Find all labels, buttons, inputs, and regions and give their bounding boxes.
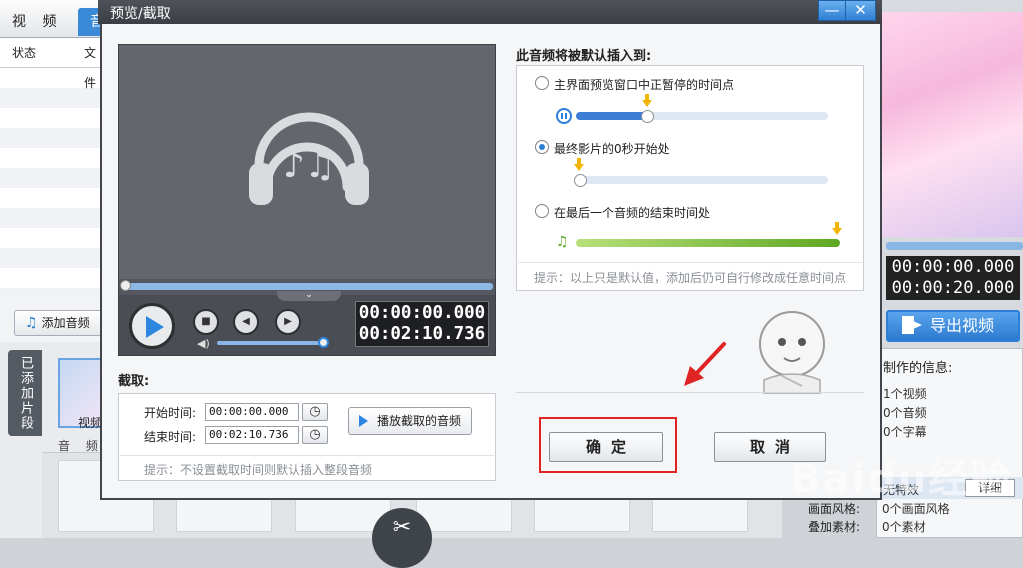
music-note-icon: ♫	[556, 234, 569, 250]
paused-point-fill	[576, 112, 647, 120]
seek-bar[interactable]	[123, 283, 493, 290]
close-button[interactable]: ✕	[846, 0, 876, 21]
marker-arrow-icon	[574, 158, 584, 172]
divider	[120, 455, 494, 456]
seek-handle[interactable]	[120, 280, 131, 291]
file-list-header: 状态 文件	[0, 38, 102, 90]
export-video-button[interactable]: 导出视频	[886, 310, 1020, 342]
marker-arrow-icon	[641, 94, 652, 108]
player-time-display: 00:00:00.000 00:02:10.736	[355, 301, 489, 347]
audio-preview-player: ♪♫ ■ ◀ ▶ ◀) 00:00:00.000 00:02:10.736 ⌄	[118, 44, 496, 356]
tab-added-clips[interactable]: 已添加片段	[8, 350, 42, 436]
film-start-handle[interactable]	[574, 174, 587, 187]
mascot-illustration	[759, 311, 825, 394]
clip-section-label: 截取:	[118, 374, 150, 389]
main-tabbar: 视 频 音	[0, 0, 104, 38]
style-label: 画面风格:	[808, 502, 861, 516]
add-audio-button[interactable]: ♫ 添加音频	[14, 310, 104, 336]
marker-arrow-icon	[832, 222, 842, 236]
main-preview-time: 00:00:00.000 00:00:20.000	[886, 256, 1020, 300]
minimize-button[interactable]: —	[818, 0, 846, 21]
film-start-track	[576, 176, 828, 184]
insert-section-label: 此音频将被默认插入到:	[516, 49, 652, 64]
main-preview-progress[interactable]	[886, 242, 1023, 250]
info-special-effect: 无特效	[883, 483, 920, 497]
overlay-value: 0个素材	[882, 520, 926, 534]
insert-hint: 提示：以上只是默认值，添加后仍可自行修改成任意时间点	[534, 271, 847, 285]
paused-point-handle[interactable]	[640, 110, 654, 123]
previous-button[interactable]: ◀	[233, 309, 259, 335]
end-time-reset-button[interactable]: ◷	[302, 426, 328, 444]
player-current-time: 00:00:00.000	[358, 303, 486, 323]
radio-film-start[interactable]	[535, 140, 549, 154]
info-title: 制作的信息:	[883, 361, 953, 376]
tab-video[interactable]: 视 频	[12, 8, 62, 36]
dialog-title: 预览/截取	[110, 6, 171, 22]
video-thumbnail-label: 视频	[78, 416, 103, 430]
last-audio-track	[576, 239, 840, 247]
start-time-reset-button[interactable]: ◷	[302, 403, 328, 421]
volume-icon: ◀)	[197, 337, 210, 350]
ok-button[interactable]: 确定	[549, 432, 663, 462]
radio-paused-point[interactable]	[535, 76, 549, 90]
divider	[516, 392, 864, 393]
play-clip-button[interactable]: 播放截取的音频	[348, 407, 472, 435]
player-total-time: 00:02:10.736	[358, 324, 486, 344]
info-video-count: 1个视频	[883, 387, 927, 401]
player-controls: ■ ◀ ▶ ◀) 00:00:00.000 00:02:10.736	[119, 295, 495, 355]
radio-last-audio-end[interactable]	[535, 204, 549, 218]
option-last-audio-end-label: 在最后一个音频的结束时间处	[554, 206, 711, 220]
stop-button[interactable]: ■	[193, 309, 219, 335]
main-total-time: 00:00:20.000	[891, 278, 1015, 298]
svg-text:♪♫: ♪♫	[283, 146, 335, 186]
option-film-start-label: 最终影片的0秒开始处	[554, 142, 670, 156]
clip-hint: 提示：不设置截取时间则默认插入整段音频	[144, 463, 373, 477]
preview-screen: ♪♫	[119, 45, 495, 279]
clock-reset-icon: ◷	[309, 427, 321, 442]
volume-handle[interactable]	[317, 337, 329, 348]
next-button[interactable]: ▶	[275, 309, 301, 335]
col-status: 状态	[12, 46, 37, 60]
dialog-titlebar[interactable]: 预览/截取 — ✕	[98, 0, 882, 24]
headphones-music-icon: ♪♫	[249, 112, 369, 205]
divider	[518, 262, 862, 263]
end-time-input[interactable]: 00:02:10.736	[205, 426, 299, 444]
style-value: 0个画面风格	[882, 502, 950, 516]
scissors-icon[interactable]: ✂	[372, 508, 432, 568]
start-time-label: 开始时间:	[144, 406, 197, 420]
option-paused-point-label: 主界面预览窗口中正暂停的时间点	[554, 78, 735, 92]
info-subtitle-count: 0个字幕	[883, 425, 927, 439]
clock-reset-icon: ◷	[309, 404, 321, 419]
end-time-label: 结束时间:	[144, 430, 197, 444]
main-preview-window	[882, 12, 1023, 237]
red-arrow-annotation	[684, 342, 726, 386]
overlay-label: 叠加素材:	[808, 520, 861, 534]
export-icon	[902, 316, 922, 334]
cancel-button[interactable]: 取消	[714, 432, 826, 462]
collapse-toggle[interactable]: ⌄	[277, 291, 341, 301]
pause-icon	[556, 108, 572, 124]
music-note-icon: ♫	[25, 315, 38, 331]
play-button[interactable]	[129, 303, 175, 349]
file-list	[0, 68, 102, 300]
detail-button[interactable]: 详细	[965, 479, 1015, 497]
volume-slider[interactable]	[217, 341, 325, 345]
info-audio-count: 0个音频	[883, 406, 927, 420]
main-current-time: 00:00:00.000	[891, 257, 1015, 277]
start-time-input[interactable]: 00:00:00.000	[205, 403, 299, 421]
